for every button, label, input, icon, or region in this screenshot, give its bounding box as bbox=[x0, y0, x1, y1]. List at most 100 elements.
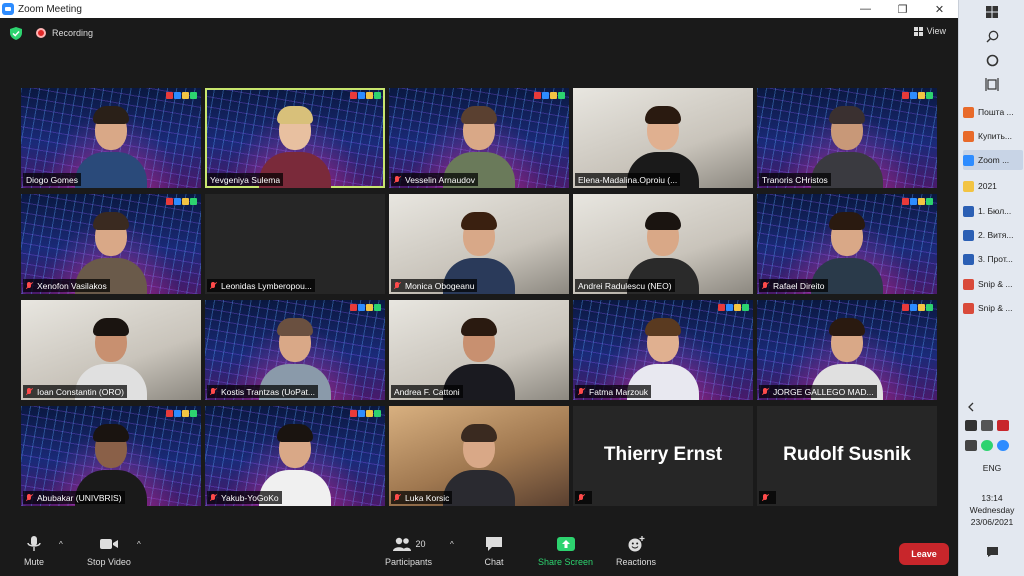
participant-tile[interactable]: Diogo Gomes bbox=[21, 88, 201, 188]
action-center-button[interactable] bbox=[959, 545, 1024, 559]
stop-video-button[interactable]: Stop Video bbox=[87, 536, 131, 567]
participant-tile[interactable]: Andrei Radulescu (NEO) bbox=[573, 194, 753, 294]
participants-button[interactable]: 20 Participants bbox=[385, 536, 432, 567]
taskbar-app-item[interactable]: Zoom ... bbox=[963, 150, 1023, 170]
participant-name: Xenofon Vasilakos bbox=[37, 280, 107, 291]
participant-tile[interactable]: Ioan Constantin (ORO) bbox=[21, 300, 201, 400]
participant-tile[interactable]: Leonidas Lymberopou... bbox=[205, 194, 385, 294]
participant-name-bar: Xenofon Vasilakos bbox=[23, 279, 110, 292]
volume-icon[interactable] bbox=[965, 440, 977, 451]
participants-options-caret-icon[interactable]: ^ bbox=[450, 540, 454, 549]
app-icon bbox=[963, 229, 974, 241]
record-dot-icon bbox=[36, 28, 46, 38]
view-button[interactable]: View bbox=[913, 26, 946, 36]
grid-view-icon bbox=[913, 26, 923, 36]
participant-tile[interactable]: Rudolf Susnik bbox=[757, 406, 937, 506]
encryption-shield-icon[interactable] bbox=[10, 27, 22, 40]
minimize-button[interactable]: — bbox=[847, 0, 884, 18]
muted-microphone-icon bbox=[26, 281, 33, 290]
participant-tile[interactable]: Rafael Direito bbox=[757, 194, 937, 294]
video-options-caret-icon[interactable]: ^ bbox=[137, 540, 141, 549]
battery-icon[interactable] bbox=[997, 420, 1009, 431]
taskbar-app-item[interactable]: 3. Прот... bbox=[963, 249, 1023, 269]
participant-tile[interactable]: Monica Obogeanu bbox=[389, 194, 569, 294]
app-icon bbox=[963, 106, 974, 118]
tray-row-2 bbox=[965, 440, 1009, 451]
close-button[interactable]: ✕ bbox=[921, 0, 958, 18]
share-screen-button[interactable]: Share Screen bbox=[538, 536, 593, 567]
participant-tile[interactable]: Tranoris CHristos bbox=[757, 88, 937, 188]
maximize-button[interactable]: ❐ bbox=[884, 0, 921, 18]
windows-start-button[interactable] bbox=[959, 4, 1024, 20]
muted-microphone-icon bbox=[210, 493, 217, 502]
participant-tile[interactable]: Thierry Ernst bbox=[573, 406, 753, 506]
meeting-info-bar: Recording View bbox=[0, 18, 958, 48]
taskbar-app-item[interactable]: 1. Бюл... bbox=[963, 201, 1023, 221]
participant-name-bar: Kostis Trantzas (UoPat... bbox=[207, 385, 319, 398]
participant-name-bar: Monica Obogeanu bbox=[391, 279, 478, 292]
windows-taskbar: Пошта ... Купить... Zoom ... 2021 1. Бюл... 2… bbox=[958, 0, 1024, 576]
taskbar-app-item[interactable]: 2. Витя... bbox=[963, 225, 1023, 245]
taskbar-app-label: 1. Бюл... bbox=[978, 206, 1012, 216]
taskbar-app-item[interactable]: 2021 bbox=[963, 176, 1023, 196]
video-camera-icon bbox=[99, 539, 118, 549]
view-label: View bbox=[926, 26, 946, 36]
participant-name: Leonidas Lymberopou... bbox=[221, 280, 312, 291]
participant-name-bar: Yakub-YoGoKo bbox=[207, 491, 282, 504]
participant-tile[interactable]: JORGE GALLEGO MAD... bbox=[757, 300, 937, 400]
windows-logo-icon bbox=[986, 6, 998, 18]
task-view-button[interactable] bbox=[959, 76, 1024, 92]
zoom-app-icon bbox=[2, 3, 14, 15]
input-language[interactable]: ENG bbox=[959, 463, 1024, 473]
participant-tile[interactable]: Andrea F. Cattoni bbox=[389, 300, 569, 400]
chevron-left-icon bbox=[968, 402, 974, 412]
clock-day: Wednesday bbox=[969, 505, 1015, 515]
participant-name-display: Thierry Ernst bbox=[603, 444, 723, 465]
participant-name-bar: Fatma Marzouk bbox=[575, 385, 652, 398]
participant-tile[interactable]: Abubakar (UNIVBRIS) bbox=[21, 406, 201, 506]
task-view-icon bbox=[985, 77, 999, 91]
participant-name: Monica Obogeanu bbox=[405, 280, 475, 291]
virtual-background-logo bbox=[718, 304, 749, 311]
participant-tile[interactable]: Xenofon Vasilakos bbox=[21, 194, 201, 294]
security-check-icon[interactable] bbox=[981, 440, 993, 451]
participant-tile[interactable]: Yevgeniya Sulema bbox=[205, 88, 385, 188]
participant-tile[interactable]: Yakub-YoGoKo bbox=[205, 406, 385, 506]
taskbar-app-item[interactable]: Snip & ... bbox=[963, 298, 1023, 318]
taskbar-search-button[interactable] bbox=[959, 28, 1024, 44]
telegram-icon[interactable] bbox=[997, 440, 1009, 451]
system-clock[interactable]: 13:14 Wednesday 23/06/2021 bbox=[959, 492, 1024, 528]
participant-name-bar: Luka Korsic bbox=[391, 491, 453, 504]
taskbar-app-item[interactable]: Купить... bbox=[963, 126, 1023, 146]
participant-tile[interactable]: Elena-Madalina.Oproiu (... bbox=[573, 88, 753, 188]
network-icon[interactable] bbox=[965, 420, 977, 431]
participant-tile[interactable]: Vesselin Arnaudov bbox=[389, 88, 569, 188]
display-icon[interactable] bbox=[981, 420, 993, 431]
reactions-button[interactable]: Reactions bbox=[616, 536, 656, 567]
audio-options-caret-icon[interactable]: ^ bbox=[59, 540, 63, 549]
share-screen-icon bbox=[556, 537, 575, 551]
participant-tile[interactable]: Luka Korsic bbox=[389, 406, 569, 506]
participant-tile[interactable]: Fatma Marzouk bbox=[573, 300, 753, 400]
taskbar-app-item[interactable]: Snip & ... bbox=[963, 274, 1023, 294]
app-icon bbox=[963, 278, 974, 290]
participant-name-bar: Vesselin Arnaudov bbox=[391, 173, 478, 186]
window-title: Zoom Meeting bbox=[18, 3, 82, 15]
cortana-button[interactable] bbox=[959, 52, 1024, 68]
muted-microphone-icon bbox=[394, 281, 401, 290]
taskbar-app-label: Snip & ... bbox=[978, 279, 1013, 289]
taskbar-app-label: Пошта ... bbox=[978, 107, 1014, 117]
taskbar-app-label: 2. Витя... bbox=[978, 230, 1014, 240]
participant-name-bar bbox=[575, 491, 592, 504]
participant-tile[interactable]: Kostis Trantzas (UoPat... bbox=[205, 300, 385, 400]
recording-indicator[interactable]: Recording bbox=[36, 28, 93, 38]
muted-microphone-icon bbox=[26, 493, 33, 502]
leave-button[interactable]: Leave bbox=[899, 543, 949, 565]
taskbar-app-item[interactable]: Пошта ... bbox=[963, 102, 1023, 122]
zoom-window: Zoom Meeting — ❐ ✕ Recording View Diogo … bbox=[0, 0, 958, 576]
taskbar-app-label: Snip & ... bbox=[978, 303, 1013, 313]
mute-button[interactable]: Mute bbox=[24, 536, 44, 567]
chat-label: Chat bbox=[484, 557, 504, 567]
show-hidden-icons-button[interactable] bbox=[959, 400, 1024, 414]
chat-button[interactable]: Chat bbox=[484, 536, 504, 567]
